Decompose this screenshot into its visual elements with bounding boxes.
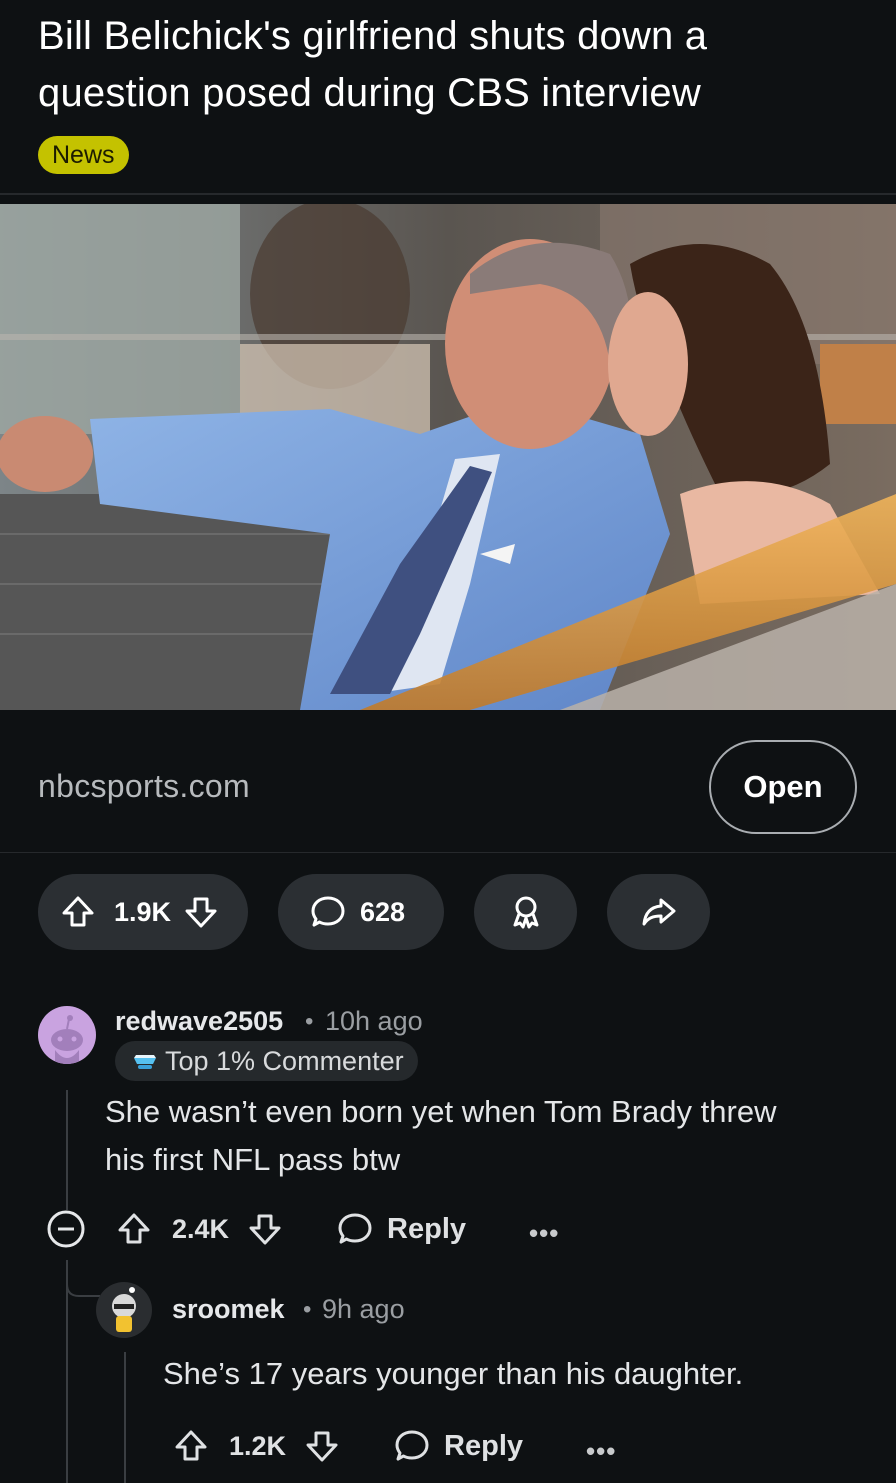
separator-dot: •	[303, 1296, 312, 1323]
comment-body-line: She’s 17 years younger than his daughter…	[163, 1356, 744, 1391]
post-flair[interactable]: News	[38, 136, 129, 174]
award-icon	[508, 894, 544, 930]
more-options-button[interactable]: •••	[586, 1436, 616, 1467]
more-options-button[interactable]: •••	[529, 1218, 559, 1249]
reply-button[interactable]: Reply	[387, 1213, 466, 1246]
comment-actions: 2.4K Reply	[46, 1209, 466, 1249]
comment-time: 9h ago	[322, 1294, 405, 1324]
post-actions: 1.9K 628	[0, 874, 896, 950]
upvote-icon[interactable]	[173, 1428, 209, 1464]
vote-pill: 1.9K	[38, 874, 248, 950]
link-row: nbcsports.com Open	[0, 720, 896, 852]
post-image[interactable]	[0, 204, 896, 710]
post-header: Bill Belichick's girlfriend shuts down a…	[0, 0, 896, 194]
comment-icon	[310, 894, 346, 930]
comment-vote-count: 2.4K	[172, 1213, 230, 1244]
comment-vote-count: 1.2K	[229, 1430, 287, 1461]
top-commenter-icon	[131, 1047, 159, 1075]
post-vote-count: 1.9K	[114, 896, 172, 927]
collapse-icon[interactable]	[46, 1209, 86, 1249]
downvote-icon[interactable]	[183, 894, 219, 930]
thread-line	[124, 1352, 126, 1483]
divider	[0, 193, 896, 195]
upvote-icon[interactable]	[60, 894, 96, 930]
avatar[interactable]	[38, 1006, 96, 1064]
share-button[interactable]	[607, 874, 710, 950]
comment-body-line: She wasn’t even born yet when Tom Brady …	[105, 1094, 777, 1129]
badge-label: Top 1% Commenter	[165, 1045, 404, 1076]
reply-icon[interactable]	[337, 1211, 373, 1247]
comments-button[interactable]: 628	[278, 874, 444, 950]
avatar[interactable]	[96, 1282, 152, 1338]
post-title[interactable]: Bill Belichick's girlfriend shuts down a…	[38, 8, 858, 122]
reply-button[interactable]: Reply	[444, 1430, 523, 1463]
upvote-icon[interactable]	[116, 1211, 152, 1247]
comment-count: 628	[360, 896, 406, 927]
comment-actions: 1.2K Reply	[173, 1428, 523, 1464]
award-button[interactable]	[474, 874, 577, 950]
comment-body: She wasn’t even born yet when Tom Brady …	[105, 1088, 776, 1184]
divider	[0, 852, 896, 853]
comment-time: 10h ago	[325, 1006, 423, 1036]
share-icon	[641, 894, 677, 930]
reply-icon[interactable]	[394, 1428, 430, 1464]
comment-username[interactable]: redwave2505	[115, 1006, 283, 1037]
post-image-illustration	[0, 204, 896, 710]
downvote-icon[interactable]	[304, 1428, 340, 1464]
open-link-button[interactable]: Open	[709, 740, 857, 834]
top-commenter-badge: Top 1% Commenter	[115, 1041, 418, 1081]
link-domain[interactable]: nbcsports.com	[38, 768, 250, 805]
thread-line	[66, 1090, 68, 1210]
comment-body-line: his first NFL pass btw	[105, 1142, 401, 1177]
separator-dot: •	[305, 1008, 314, 1035]
comment-username[interactable]: sroomek	[172, 1294, 285, 1325]
comment-body: She’s 17 years younger than his daughter…	[163, 1350, 743, 1398]
downvote-icon[interactable]	[247, 1211, 283, 1247]
